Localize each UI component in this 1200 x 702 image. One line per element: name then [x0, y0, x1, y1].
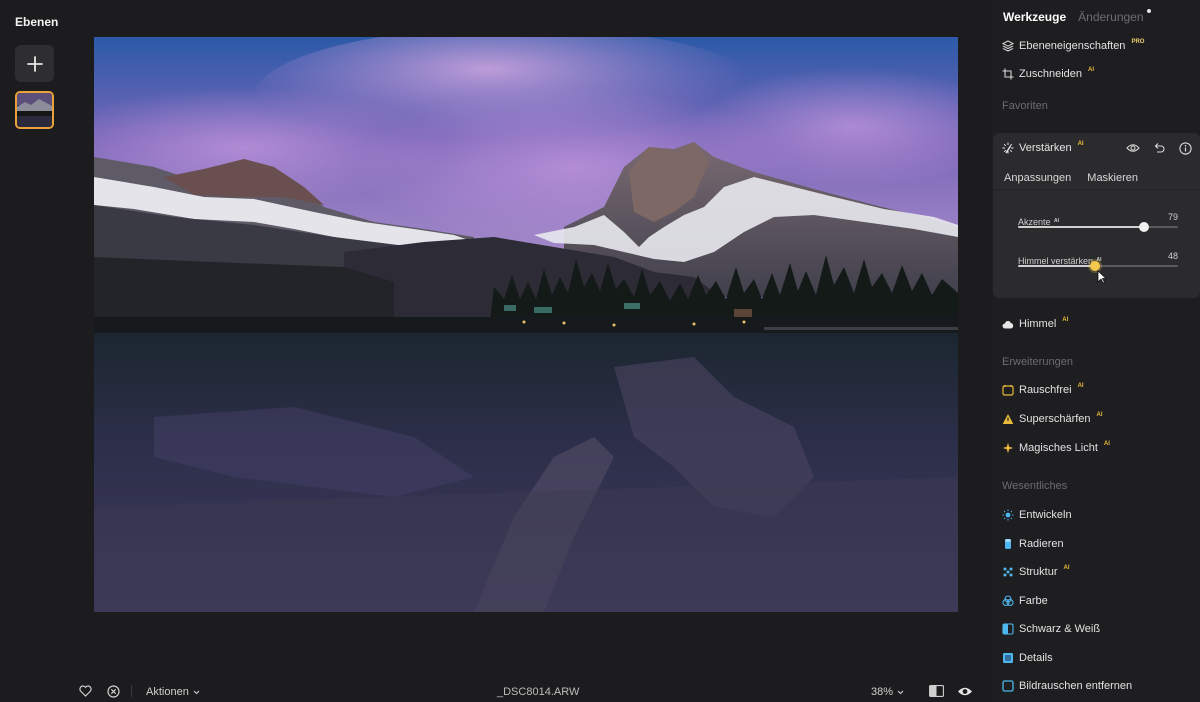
tab-tools[interactable]: Werkzeuge: [1003, 10, 1066, 24]
preview-eye-icon[interactable]: [957, 684, 973, 698]
tool-essential-eraser[interactable]: Radieren: [1002, 538, 1064, 550]
tool-extension-noise-free[interactable]: Rauschfrei AI: [1002, 383, 1084, 396]
tool-extension-label: Rauschfrei: [1019, 384, 1072, 396]
reset-undo-icon[interactable]: [1152, 141, 1166, 155]
section-essentials: Wesentliches: [1002, 480, 1068, 492]
enhance-sparkle-icon: [1002, 142, 1014, 154]
slider-sky-enhance-track[interactable]: [1018, 261, 1178, 271]
section-favorites: Favoriten: [1002, 100, 1048, 112]
tool-extension-sharpen-triangle[interactable]: Superschärfen AI: [1002, 412, 1103, 425]
subtab-masking[interactable]: Maskieren: [1087, 172, 1138, 184]
tools-panel: Werkzeuge Änderungen Ebeneneigenschaften…: [992, 0, 1200, 702]
slider-sky-enhance: Himmel verstärken AI 48: [1018, 251, 1178, 271]
tool-essential-label: Farbe: [1019, 594, 1048, 607]
ai-badge: AI: [1088, 67, 1094, 73]
tool-enhance-label: Verstärken: [1019, 142, 1072, 154]
layers-panel: Ebenen: [0, 0, 70, 702]
cloud-icon: [1002, 318, 1014, 330]
details-icon: [1002, 652, 1014, 664]
slider-accents-value: 79: [1167, 212, 1178, 222]
tab-changes-label: Änderungen: [1078, 10, 1144, 24]
tool-essential-black-white[interactable]: Schwarz & Weiß: [1002, 623, 1100, 635]
tool-extension-label: Superschärfen: [1019, 413, 1091, 425]
ai-badge: AI: [1096, 412, 1103, 418]
tool-layer-properties-label: Ebeneneigenschaften: [1019, 40, 1126, 52]
denoise-icon: [1002, 680, 1014, 692]
tool-essential-label: Bildrauschen entfernen: [1019, 680, 1133, 692]
file-name: _DSC8014.ARW: [497, 686, 580, 698]
tool-extension-magic-light[interactable]: Magisches Licht AI: [1002, 441, 1110, 454]
subtab-adjustments[interactable]: Anpassungen: [1004, 172, 1071, 184]
tab-changes[interactable]: Änderungen: [1078, 9, 1151, 24]
ai-badge: AI: [1077, 141, 1084, 147]
eraser-icon: [1002, 538, 1014, 550]
color-icon: [1002, 594, 1014, 607]
zoom-selector[interactable]: 38%: [871, 686, 904, 698]
tool-essential-sun[interactable]: Entwickeln: [1002, 509, 1072, 521]
enhance-header-actions: [1126, 141, 1192, 155]
panel-tabs: Werkzeuge Änderungen: [1003, 9, 1151, 24]
tool-essential-structure[interactable]: Struktur AI: [1002, 565, 1070, 578]
ai-badge: AI: [1077, 383, 1084, 389]
slider-accents: Akzente AI 79: [1018, 212, 1178, 232]
layer-thumbnail-image: [17, 93, 52, 127]
ai-badge: AI: [1103, 441, 1110, 447]
reject-icon[interactable]: [106, 684, 120, 698]
actions-menu-button[interactable]: Aktionen: [146, 686, 200, 698]
slider-accents-fill: [1018, 226, 1145, 228]
slider-sky-enhance-fill: [1018, 265, 1095, 267]
tool-essential-denoise[interactable]: Bildrauschen entfernen: [1002, 680, 1132, 692]
structure-icon: [1002, 566, 1014, 578]
tool-essential-label: Struktur: [1019, 566, 1058, 578]
layers-stack-icon: [1002, 40, 1014, 52]
noise-free-icon: [1002, 384, 1014, 396]
landscape-photo: [94, 37, 958, 612]
magic-light-icon: [1002, 442, 1014, 454]
bottom-bar: Aktionen _DSC8014.ARW 38%: [70, 676, 992, 702]
tool-extension-label: Magisches Licht: [1019, 442, 1098, 454]
changes-indicator-dot: [1146, 9, 1151, 13]
visibility-eye-icon[interactable]: [1126, 141, 1140, 155]
compare-split-icon[interactable]: [928, 684, 944, 698]
slider-accents-knob[interactable]: [1139, 222, 1150, 232]
canvas-area: [70, 0, 992, 675]
slider-sky-enhance-value: 48: [1167, 251, 1178, 261]
favorite-heart-icon[interactable]: [78, 684, 92, 698]
slider-sky-enhance-knob[interactable]: [1089, 261, 1100, 271]
tool-sky-label: Himmel: [1019, 318, 1057, 330]
section-extensions: Erweiterungen: [1002, 356, 1073, 368]
tool-sky[interactable]: Himmel AI: [1002, 317, 1069, 330]
enhance-tool-card: Verstärken AI Anpassungen Maskieren Akze…: [993, 133, 1200, 298]
tool-layer-properties[interactable]: Ebeneneigenschaften PRO: [1002, 39, 1145, 52]
ai-badge: AI: [1062, 317, 1069, 323]
enhance-subtabs: Anpassungen Maskieren: [993, 166, 1200, 190]
slider-accents-track[interactable]: [1018, 222, 1178, 232]
actions-label: Aktionen: [146, 686, 189, 698]
chevron-down-icon: [193, 690, 200, 694]
crop-icon: [1002, 68, 1014, 80]
chevron-down-icon: [897, 690, 904, 694]
tool-essential-color[interactable]: Farbe: [1002, 595, 1048, 607]
layer-thumbnail[interactable]: [15, 91, 54, 129]
black-white-icon: [1002, 623, 1014, 635]
sharpen-triangle-icon: [1002, 413, 1014, 425]
tool-essential-label: Details: [1019, 651, 1053, 664]
tool-essential-details[interactable]: Details: [1002, 652, 1053, 664]
ai-badge: AI: [1063, 565, 1070, 571]
tool-essential-label: Entwickeln: [1019, 509, 1072, 521]
info-icon[interactable]: [1178, 141, 1192, 155]
tool-essential-label: Radieren: [1019, 537, 1064, 550]
tool-essential-label: Schwarz & Weiß: [1019, 623, 1101, 635]
tool-enhance[interactable]: Verstärken AI: [1002, 141, 1084, 154]
pro-badge: PRO: [1131, 39, 1145, 45]
photo-canvas[interactable]: [94, 37, 958, 612]
tool-crop[interactable]: Zuschneiden AI: [1002, 67, 1094, 80]
layers-title: Ebenen: [15, 15, 59, 29]
plus-icon: [26, 55, 43, 72]
tool-crop-label: Zuschneiden: [1019, 68, 1082, 80]
add-layer-button[interactable]: [15, 45, 54, 82]
sun-icon: [1002, 509, 1014, 521]
zoom-value: 38%: [871, 686, 894, 698]
bottom-divider: [131, 685, 132, 697]
